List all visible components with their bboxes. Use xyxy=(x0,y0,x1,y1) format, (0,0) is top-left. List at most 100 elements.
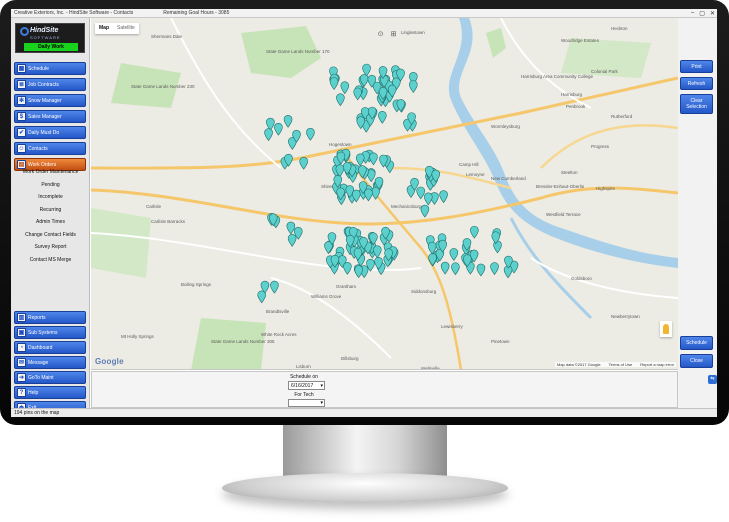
map-type-toggle: Map Satellite xyxy=(95,23,139,34)
map-pin-icon[interactable] xyxy=(266,117,275,131)
sidebar-contacts-button[interactable]: ☺ Contacts xyxy=(14,142,86,155)
sidebar-button-label: Snow Manager xyxy=(28,97,62,104)
place-label: Pinetown xyxy=(491,339,510,344)
reports-icon: ▥ xyxy=(17,313,26,322)
map-pin-icon[interactable] xyxy=(354,265,363,279)
location-icon[interactable]: ⊙ xyxy=(376,30,385,39)
schedule-button[interactable]: Schedule xyxy=(680,336,713,350)
window-title: Creative Exteriors, Inc. - HindSite Soft… xyxy=(14,10,134,16)
map-pin-icon[interactable] xyxy=(336,93,345,107)
map-pin-icon[interactable] xyxy=(369,152,378,166)
sidebar-help-button[interactable]: ? Help xyxy=(14,386,86,399)
sidebar-daily-must-do-button[interactable]: ✔ Daily Must Do xyxy=(14,126,86,139)
map-pin-icon[interactable] xyxy=(364,188,373,202)
sidebar-goto-maint-button[interactable]: ➜ GoTo Maint xyxy=(14,371,86,384)
computer-monitor: Creative Exteriors, Inc. - HindSite Soft… xyxy=(0,0,729,522)
map-pin-icon[interactable] xyxy=(329,77,339,91)
report-error-link[interactable]: Report a map error xyxy=(640,362,674,367)
help-icon: ? xyxy=(17,388,26,397)
place-label: Bressler-Enhaut-Oberlin xyxy=(536,184,585,189)
hindsite-logo: HindSite SOFTWARE Daily Work xyxy=(15,23,85,53)
sidebar-snow-manager-button[interactable]: ✻ Snow Manager xyxy=(14,94,86,107)
map-pin-icon[interactable] xyxy=(423,192,433,206)
map-pin-icon[interactable] xyxy=(416,186,426,200)
map-tab[interactable]: Map xyxy=(95,23,113,34)
place-label: Mt Holly Springs xyxy=(121,334,155,339)
place-label: Brandtsville xyxy=(266,309,290,314)
minimize-button[interactable]: – xyxy=(691,10,694,17)
local-road xyxy=(270,277,392,359)
map-pin-icon[interactable] xyxy=(420,204,430,218)
map-pin-icon[interactable] xyxy=(449,248,459,261)
map-pin-icon[interactable] xyxy=(476,263,486,277)
place-label: Linglestown xyxy=(401,30,425,35)
map-pin-icon[interactable] xyxy=(355,153,365,167)
window-controls: – ▢ ✕ xyxy=(691,10,715,17)
daily-work-badge[interactable]: Daily Work xyxy=(24,43,78,51)
goto-icon: ➜ xyxy=(17,373,26,382)
sidebar-dashboard-button[interactable]: ◔ Dashboard xyxy=(14,341,86,354)
sidebar-job-contracts-button[interactable]: ≣ Job Contracts xyxy=(14,78,86,91)
schedule-date-picker[interactable]: 6/16/2017 ▾ xyxy=(288,381,325,390)
map-pin-icon[interactable] xyxy=(372,245,382,259)
map-pin-icon[interactable] xyxy=(270,280,279,294)
map-pin-icon[interactable] xyxy=(306,127,315,141)
title-bar: Creative Exteriors, Inc. - HindSite Soft… xyxy=(11,9,717,18)
place-label: Camp Hill xyxy=(459,162,479,167)
sidebar-item-survey-report[interactable]: Survey Report xyxy=(11,243,90,252)
map-pin-icon[interactable] xyxy=(274,122,283,136)
sidebar-item-recurring[interactable]: Recurring xyxy=(11,206,90,215)
map-pin-icon[interactable] xyxy=(439,190,448,204)
terms-link[interactable]: Terms of Use xyxy=(609,362,633,367)
map-pin-icon[interactable] xyxy=(287,233,297,247)
sidebar-message-button[interactable]: ✉ Message xyxy=(14,356,86,369)
pegman-icon xyxy=(663,324,669,334)
place-label: State Game Lands Number 305 xyxy=(211,339,275,344)
route-83 xyxy=(540,124,678,169)
close-button[interactable]: Close xyxy=(680,354,713,368)
map-pin-icon[interactable] xyxy=(378,111,387,124)
sidebar-item-work-order-maintenance[interactable]: Work Order Maintenance xyxy=(11,168,90,177)
map-canvas[interactable]: Shermans Dale State Game Lands Number 170… xyxy=(91,18,678,370)
clear-selection-button[interactable]: Clear Selection xyxy=(680,94,713,114)
map-pin-icon[interactable] xyxy=(353,87,363,101)
maximize-button[interactable]: ▢ xyxy=(699,10,705,17)
fullscreen-icon[interactable]: ⊞ xyxy=(389,30,398,39)
map-pin-icon[interactable] xyxy=(340,81,350,95)
sidebar-item-contact-ms-merge[interactable]: Contact MS Merge xyxy=(11,256,90,265)
sidebar-schedule-button[interactable]: ▦ Schedule xyxy=(14,62,86,75)
sidebar-button-label: Sales Manager xyxy=(28,113,62,120)
monitor-base xyxy=(222,473,508,503)
sidebar-sub-systems-button[interactable]: ▣ Sub Systems xyxy=(14,326,86,339)
close-window-button[interactable]: ✕ xyxy=(710,10,715,17)
tech-select[interactable]: ▾ xyxy=(288,399,325,407)
satellite-tab[interactable]: Satellite xyxy=(113,23,139,34)
map-pin-icon[interactable] xyxy=(283,115,293,128)
map-pin-icon[interactable] xyxy=(428,253,437,267)
island xyxy=(486,28,506,58)
map-pin-icon[interactable] xyxy=(470,225,479,239)
map-pin-icon[interactable] xyxy=(299,156,308,170)
sidebar-item-change-contact-fields[interactable]: Change Contact Fields xyxy=(11,231,90,240)
place-label: Harrisburg Area Community College xyxy=(521,74,594,79)
app-window: Creative Exteriors, Inc. - HindSite Soft… xyxy=(11,9,717,417)
print-button[interactable]: Print xyxy=(680,60,713,73)
map-pin-icon[interactable] xyxy=(286,221,296,235)
map-view[interactable]: Shermans Dale State Game Lands Number 170… xyxy=(91,18,678,370)
sidebar-item-pending[interactable]: Pending xyxy=(11,181,90,190)
street-view-pegman[interactable] xyxy=(660,321,672,337)
sidebar-item-admin-times[interactable]: Admin Times xyxy=(11,218,90,227)
place-label: Westfield Terrace xyxy=(546,212,581,217)
refresh-button[interactable]: Refresh xyxy=(680,77,713,90)
side-tab-icon[interactable]: ⇆ xyxy=(708,375,717,384)
place-label: Wormleysburg xyxy=(491,124,520,129)
map-pin-icon[interactable] xyxy=(451,262,460,276)
map-pin-icon[interactable] xyxy=(440,261,450,275)
map-pin-icon[interactable] xyxy=(343,262,352,275)
sidebar-sales-manager-button[interactable]: $ Sales Manager xyxy=(14,110,86,123)
map-pin-icon[interactable] xyxy=(409,80,418,93)
map-pin-icon[interactable] xyxy=(490,262,499,276)
map-pin-icon[interactable] xyxy=(264,128,273,142)
sidebar-reports-button[interactable]: ▥ Reports xyxy=(14,311,86,324)
sidebar-item-incomplete[interactable]: Incomplete xyxy=(11,193,90,202)
